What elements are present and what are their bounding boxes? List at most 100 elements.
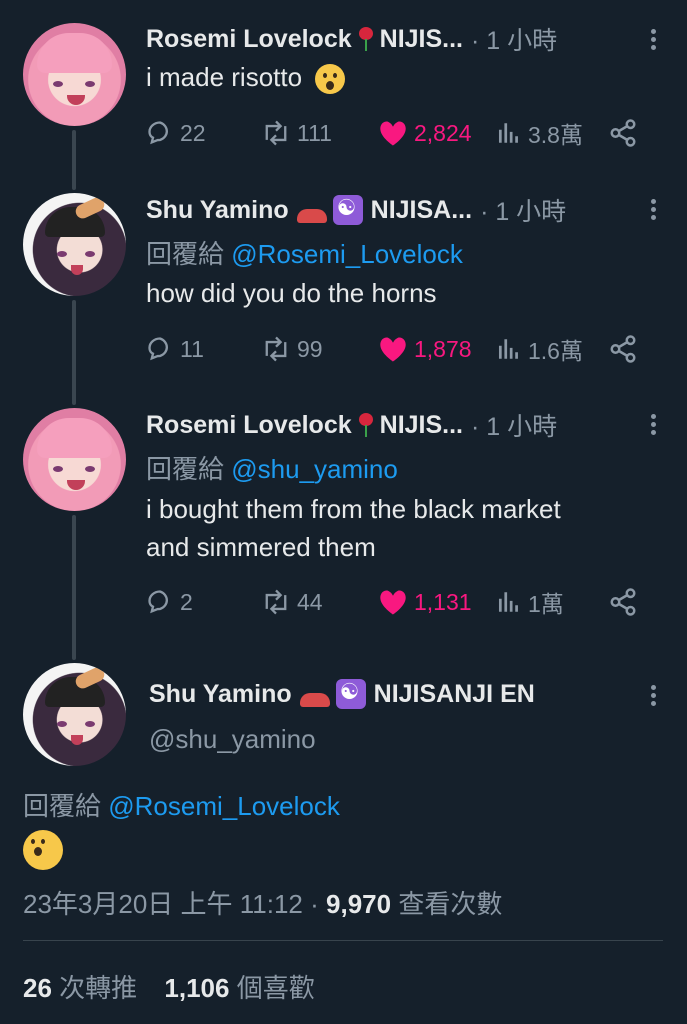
retweet-button[interactable]: 99 (261, 331, 323, 367)
retweet-stat[interactable]: 26 次轉推 (23, 973, 137, 1003)
like-label: 個喜歡 (236, 973, 315, 1003)
retweet-icon (265, 120, 287, 146)
views-icon (498, 592, 518, 612)
author-suffix[interactable]: NIJISA... (371, 196, 472, 225)
reply-icon (148, 121, 169, 145)
reply-context: 回覆給 @Rosemi_Lovelock (146, 234, 463, 271)
tweet-date[interactable]: 23年3月20日 上午 11:12 (23, 889, 303, 919)
reply-prefix: 回覆給 (146, 454, 225, 484)
reply-button[interactable]: 22 (146, 115, 206, 151)
reply-context: 回覆給 @shu_yamino (146, 449, 398, 486)
share-icon (610, 335, 636, 363)
share-button[interactable] (608, 331, 644, 367)
reply-handle-link[interactable]: @Rosemi_Lovelock (108, 791, 340, 821)
retweet-button[interactable]: 44 (261, 584, 323, 620)
avatar[interactable] (23, 408, 126, 511)
author-handle[interactable]: @shu_yamino (149, 724, 316, 755)
reply-context: 回覆給 @Rosemi_Lovelock (23, 786, 340, 823)
focused-tweet: Shu Yamino NIJISANJI EN @shu_yamino 回覆給 … (0, 660, 687, 1024)
like-count: 1,131 (414, 588, 472, 615)
retweet-icon (265, 336, 287, 362)
shoe-emoji (296, 209, 327, 223)
timestamp[interactable]: · 1 小時 (480, 192, 566, 228)
share-button[interactable] (608, 115, 644, 151)
retweet-count: 26 (23, 973, 52, 1003)
avatar[interactable] (23, 193, 126, 296)
retweet-count: 99 (297, 335, 323, 362)
yin-yang-emoji (335, 679, 366, 709)
share-button[interactable] (608, 584, 644, 620)
reply-prefix: 回覆給 (23, 791, 102, 821)
author-suffix[interactable]: NIJIS... (380, 25, 463, 54)
reply-button[interactable]: 2 (146, 584, 193, 620)
share-icon (610, 588, 636, 616)
author-name[interactable]: Shu Yamino (149, 680, 292, 709)
reply-icon (148, 590, 169, 614)
views-count: 1萬 (528, 591, 564, 617)
reply-prefix: 回覆給 (146, 239, 225, 269)
views-button[interactable]: 1.6萬 (496, 331, 583, 367)
drooling-emoji (315, 64, 346, 95)
retweet-label: 次轉推 (59, 973, 138, 1003)
tweet-text-line: and simmered them (146, 532, 376, 562)
retweet-button[interactable]: 111 (261, 115, 332, 151)
more-icon[interactable] (651, 411, 657, 438)
like-count: 1,878 (414, 335, 472, 362)
tweet-text-line: i bought them from the black market (146, 494, 561, 524)
views-icon (498, 339, 518, 359)
author-suffix[interactable]: NIJIS... (380, 411, 463, 440)
tweet-text: i made risotto (146, 62, 303, 92)
more-icon[interactable] (651, 196, 657, 223)
avatar[interactable] (23, 663, 126, 766)
tweet-3[interactable]: Rosemi Lovelock NIJIS... · 1 小時 回覆給 @shu… (0, 405, 687, 655)
like-button[interactable]: 2,824 (378, 115, 472, 151)
like-button[interactable]: 1,131 (378, 584, 472, 620)
avatar[interactable] (23, 23, 126, 126)
views-button[interactable]: 3.8萬 (496, 115, 583, 151)
tweet-1[interactable]: Rosemi Lovelock NIJIS... · 1 小時 i made r… (0, 0, 687, 180)
views-count: 1.6萬 (528, 338, 583, 364)
like-stat[interactable]: 1,106 個喜歡 (164, 973, 314, 1003)
reply-button[interactable]: 11 (146, 331, 204, 367)
views-button[interactable]: 1萬 (496, 584, 564, 620)
more-icon[interactable] (651, 26, 657, 53)
rose-emoji (356, 26, 376, 52)
divider (23, 940, 663, 941)
author-name[interactable]: Rosemi Lovelock (146, 25, 352, 54)
views-icon (498, 123, 518, 143)
retweet-count: 111 (297, 119, 332, 146)
tweet-meta: 23年3月20日 上午 11:12 · 9,970 查看次數 (23, 884, 502, 921)
astonished-emoji (23, 830, 63, 870)
reply-count: 11 (180, 335, 204, 362)
rose-emoji (356, 412, 376, 438)
retweet-count: 44 (297, 588, 323, 615)
timestamp[interactable]: · 1 小時 (471, 407, 557, 443)
tweet-actions: 2 44 1,131 1萬 (146, 584, 646, 620)
views-label: 查看次數 (398, 889, 503, 919)
tweet-text: how did you do the horns (146, 278, 437, 308)
timestamp[interactable]: · 1 小時 (471, 21, 557, 57)
reply-handle-link[interactable]: @Rosemi_Lovelock (231, 239, 463, 269)
tweet-text (23, 830, 63, 870)
tweet-stats: 26 次轉推 1,106 個喜歡 (23, 968, 315, 1005)
views-count: 3.8萬 (528, 122, 583, 148)
heart-icon (380, 590, 406, 615)
reply-count: 2 (180, 588, 193, 615)
tweet-2[interactable]: Shu Yamino NIJISA... · 1 小時 回覆給 @Rosemi_… (0, 190, 687, 400)
author-name[interactable]: Rosemi Lovelock (146, 411, 352, 440)
reply-handle-link[interactable]: @shu_yamino (231, 454, 398, 484)
shoe-emoji (299, 693, 330, 707)
more-icon[interactable] (651, 682, 657, 709)
author-suffix[interactable]: NIJISANJI EN (374, 680, 535, 709)
tweet-actions: 22 111 2,824 3.8萬 (146, 115, 646, 151)
heart-icon (380, 337, 406, 362)
tweet-actions: 11 99 1,878 1.6萬 (146, 331, 646, 367)
share-icon (610, 119, 636, 147)
views-count: 9,970 (326, 889, 392, 919)
tweet-text: i bought them from the black market and … (146, 490, 561, 566)
reply-icon (148, 337, 169, 361)
yin-yang-emoji (332, 195, 363, 225)
author-name[interactable]: Shu Yamino (146, 196, 289, 225)
retweet-icon (265, 589, 287, 615)
like-button[interactable]: 1,878 (378, 331, 472, 367)
